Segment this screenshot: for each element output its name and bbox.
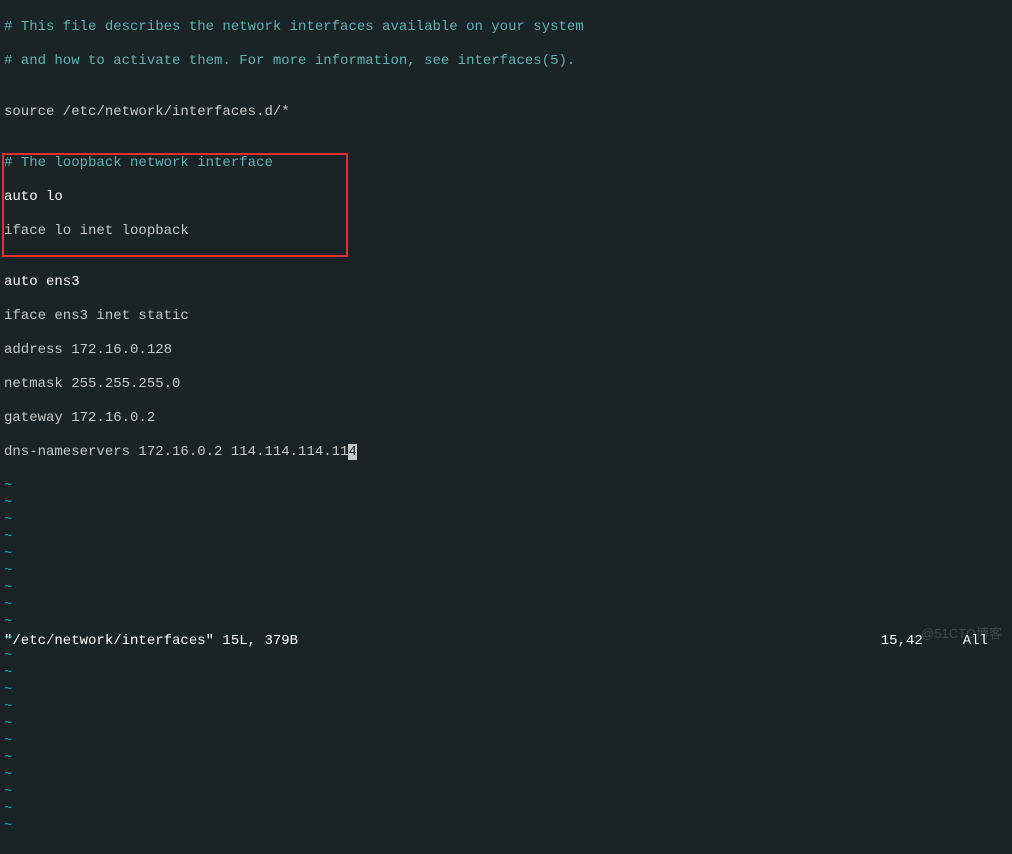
empty-line-tilde: ~ <box>4 682 1008 699</box>
empty-line-tilde: ~ <box>4 563 1008 580</box>
comment-line: # This file describes the network interf… <box>4 19 1008 36</box>
cursor: 4 <box>348 444 356 460</box>
empty-line-tilde: ~ <box>4 495 1008 512</box>
config-line: auto lo <box>4 189 1008 206</box>
source-line: source /etc/network/interfaces.d/* <box>4 104 1008 121</box>
empty-line-tilde: ~ <box>4 750 1008 767</box>
empty-line-tilde: ~ <box>4 716 1008 733</box>
empty-line-tilde: ~ <box>4 614 1008 631</box>
config-line-highlighted: auto ens3 <box>4 274 1008 291</box>
empty-line-tilde: ~ <box>4 733 1008 750</box>
config-line-highlighted: address 172.16.0.128 <box>4 342 1008 359</box>
status-position: 15,42 <box>881 633 923 650</box>
empty-line-tilde: ~ <box>4 546 1008 563</box>
empty-line-tilde: ~ <box>4 784 1008 801</box>
config-line: iface lo inet loopback <box>4 223 1008 240</box>
empty-line-tilde: ~ <box>4 767 1008 784</box>
status-filename: "/etc/network/interfaces" 15L, 379B <box>4 633 881 650</box>
terminal-editor[interactable]: # This file describes the network interf… <box>0 0 1012 854</box>
status-percent: All <box>963 633 988 650</box>
empty-line-tilde: ~ <box>4 818 1008 835</box>
config-line-highlighted: iface ens3 inet static <box>4 308 1008 325</box>
empty-line-tilde: ~ <box>4 580 1008 597</box>
comment-line: # The loopback network interface <box>4 155 1008 172</box>
config-line-highlighted: netmask 255.255.255.0 <box>4 376 1008 393</box>
empty-line-tilde: ~ <box>4 478 1008 495</box>
empty-line-tilde: ~ <box>4 512 1008 529</box>
config-line-highlighted: gateway 172.16.0.2 <box>4 410 1008 427</box>
vim-status-bar: "/etc/network/interfaces" 15L, 379B 15,4… <box>0 633 1012 654</box>
empty-line-tilde: ~ <box>4 529 1008 546</box>
empty-line-tilde: ~ <box>4 665 1008 682</box>
empty-line-tilde: ~ <box>4 801 1008 818</box>
config-line-highlighted: dns-nameservers 172.16.0.2 114.114.114.1… <box>4 444 1008 461</box>
comment-line: # and how to activate them. For more inf… <box>4 53 1008 70</box>
empty-line-tilde: ~ <box>4 699 1008 716</box>
empty-line-tilde: ~ <box>4 597 1008 614</box>
